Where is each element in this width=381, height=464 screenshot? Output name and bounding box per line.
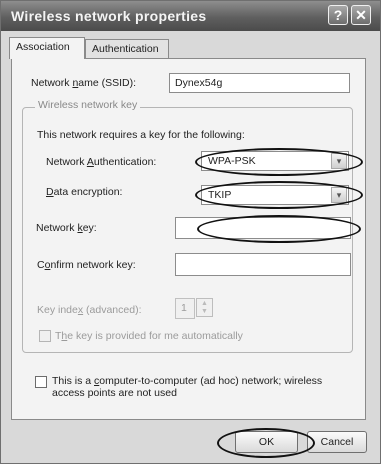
help-icon: ? — [333, 7, 343, 23]
spin-down-icon[interactable]: ▼ — [197, 307, 212, 315]
spin-up-icon[interactable]: ▲ — [197, 299, 212, 307]
ssid-value: Dynex54g — [175, 77, 223, 89]
ssid-label: Network name (SSID): — [31, 77, 137, 89]
encryption-label: Data encryption: — [46, 186, 123, 198]
highlight-oval-ok — [217, 428, 315, 458]
adhoc-checkbox[interactable] — [35, 376, 47, 388]
close-button[interactable]: ✕ — [351, 5, 371, 25]
wireless-key-group-title: Wireless network key — [35, 99, 141, 111]
highlight-oval-encryption — [195, 181, 363, 209]
title-bar: Wireless network properties ? ✕ — [1, 1, 380, 31]
requires-key-text: This network requires a key for the foll… — [37, 129, 245, 141]
confirm-key-input[interactable] — [175, 253, 351, 276]
close-icon: ✕ — [355, 6, 367, 23]
wireless-properties-dialog: Wireless network properties ? ✕ Associat… — [0, 0, 381, 464]
cancel-button-label: Cancel — [320, 436, 354, 448]
highlight-oval-network-key — [197, 215, 361, 243]
key-index-spinner[interactable]: ▲ ▼ — [196, 298, 213, 317]
tab-authentication-label: Authentication — [92, 43, 159, 55]
cancel-button[interactable]: Cancel — [307, 431, 367, 453]
key-index-input[interactable]: 1 — [175, 298, 195, 319]
key-index-label: Key index (advanced): — [37, 304, 142, 316]
key-index-value: 1 — [181, 302, 187, 314]
window-title: Wireless network properties — [11, 8, 207, 24]
tab-authentication[interactable]: Authentication — [85, 39, 169, 59]
highlight-oval-auth — [195, 148, 363, 176]
ssid-input[interactable]: Dynex54g — [169, 73, 350, 93]
auth-label: Network Authentication: — [46, 156, 157, 168]
help-button[interactable]: ? — [328, 5, 348, 25]
adhoc-label: This is a computer-to-computer (ad hoc) … — [52, 375, 323, 399]
network-key-label: Network key: — [36, 222, 97, 234]
auto-key-checkbox[interactable] — [39, 330, 51, 342]
tab-association-label: Association — [16, 41, 70, 53]
auto-key-label: The key is provided for me automatically — [55, 330, 243, 342]
tab-association[interactable]: Association — [9, 37, 85, 59]
confirm-key-label: Confirm network key: — [37, 259, 136, 271]
